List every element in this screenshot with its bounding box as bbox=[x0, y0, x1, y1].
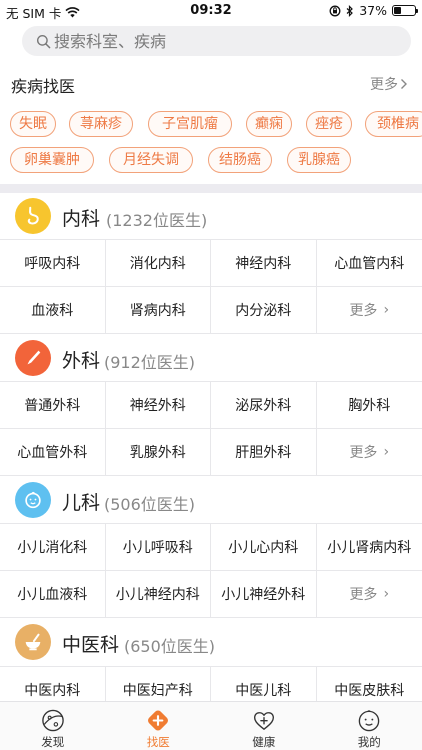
battery-icon bbox=[392, 5, 418, 16]
dept-cell[interactable]: 胸外科 bbox=[317, 382, 422, 428]
dept-name: 儿科 bbox=[62, 492, 101, 514]
dept-more-label: 更多 bbox=[349, 587, 378, 603]
disease-section-title: 疾病找医 bbox=[11, 77, 76, 96]
dept-more-label: 更多 bbox=[349, 445, 378, 461]
dept-name: 内科 bbox=[62, 208, 101, 230]
dept-cell[interactable]: 神经外科 bbox=[106, 382, 211, 428]
smiley-icon bbox=[358, 710, 380, 732]
disease-tag-row-2: 卵巢囊肿 月经失调 结肠癌 乳腺癌 bbox=[0, 147, 422, 173]
dept-cell[interactable]: 小儿血液科 bbox=[0, 571, 106, 617]
tab-me[interactable]: 我的 bbox=[317, 702, 422, 750]
dept-doctor-count: (1232位医生) bbox=[106, 211, 208, 230]
disease-more-link[interactable]: 更多 bbox=[370, 74, 408, 94]
chevron-right-icon: › bbox=[383, 444, 390, 460]
dept-header-surgery[interactable]: 外科 (912位医生) bbox=[0, 335, 422, 381]
disease-tag-row-1: 失眠 荨麻疹 子宫肌瘤 癫痫 痤疮 颈椎病 bbox=[0, 111, 422, 137]
scalpel-icon bbox=[15, 340, 51, 376]
dept-cell[interactable]: 肾病内科 bbox=[106, 287, 211, 333]
plus-cross-icon bbox=[148, 710, 169, 731]
dept-cell[interactable]: 神经内科 bbox=[211, 240, 317, 286]
heart-plus-icon bbox=[253, 712, 274, 730]
tab-label: 发现 bbox=[41, 735, 65, 749]
baby-icon bbox=[15, 482, 51, 518]
disease-tag[interactable]: 月经失调 bbox=[109, 147, 193, 173]
tab-find-doctor[interactable]: 找医 bbox=[106, 702, 212, 750]
dept-cell[interactable]: 小儿呼吸科 bbox=[106, 524, 211, 570]
disease-tag[interactable]: 失眠 bbox=[10, 111, 56, 137]
dept-cell[interactable]: 肝胆外科 bbox=[211, 429, 317, 475]
dept-header-internal[interactable]: 内科 (1232位医生) bbox=[0, 193, 422, 239]
disease-tag[interactable]: 荨麻疹 bbox=[69, 111, 133, 137]
dept-doctor-count: (506位医生) bbox=[104, 495, 196, 514]
dept-cell[interactable]: 小儿肾病内科 bbox=[317, 524, 422, 570]
dept-grid-row: 普通外科 神经外科 泌尿外科 胸外科 bbox=[0, 382, 422, 429]
disease-tag[interactable]: 颈椎病 bbox=[365, 111, 422, 137]
battery-level bbox=[394, 7, 402, 14]
dept-header-tcm[interactable]: 中医科 (650位医生) bbox=[0, 619, 422, 665]
dept-grid-row: 呼吸内科 消化内科 神经内科 心血管内科 bbox=[0, 240, 422, 287]
stomach-icon bbox=[15, 198, 51, 234]
dept-cell[interactable]: 血液科 bbox=[0, 287, 106, 333]
dept-grid-internal: 呼吸内科 消化内科 神经内科 心血管内科 血液科 肾病内科 内分泌科 更多 › bbox=[0, 239, 422, 334]
dept-doctor-count: (650位医生) bbox=[124, 637, 216, 656]
tab-bar: 发现 找医 健康 我的 bbox=[0, 701, 422, 750]
chevron-right-icon: › bbox=[383, 586, 390, 602]
dept-cell[interactable]: 小儿心内科 bbox=[211, 524, 317, 570]
disease-tag[interactable]: 乳腺癌 bbox=[287, 147, 351, 173]
disease-more-label: 更多 bbox=[370, 77, 398, 93]
chevron-right-icon bbox=[401, 79, 407, 89]
dept-cell[interactable]: 心血管内科 bbox=[317, 240, 422, 286]
planet-icon bbox=[41, 709, 64, 732]
status-bar: 无 SIM 卡 09:32 37% bbox=[0, 0, 422, 22]
dept-grid-row: 小儿血液科 小儿神经内科 小儿神经外科 更多 › bbox=[0, 571, 422, 618]
section-divider bbox=[0, 184, 422, 193]
tab-discover[interactable]: 发现 bbox=[0, 702, 106, 750]
dept-grid-row: 血液科 肾病内科 内分泌科 更多 › bbox=[0, 287, 422, 334]
search-input[interactable] bbox=[54, 31, 384, 51]
search-icon bbox=[36, 34, 51, 48]
disease-tag[interactable]: 卵巢囊肿 bbox=[10, 147, 94, 173]
status-right: 37% bbox=[329, 3, 418, 18]
dept-cell[interactable]: 普通外科 bbox=[0, 382, 106, 428]
dept-more-button[interactable]: 更多 › bbox=[317, 429, 422, 475]
dept-name: 中医科 bbox=[62, 634, 120, 656]
disease-tag[interactable]: 癫痫 bbox=[246, 111, 292, 137]
disease-section-header: 疾病找医 更多 bbox=[0, 66, 422, 102]
dept-cell[interactable]: 心血管外科 bbox=[0, 429, 106, 475]
dept-cell[interactable]: 泌尿外科 bbox=[211, 382, 317, 428]
tab-label: 找医 bbox=[146, 735, 170, 749]
disease-tag[interactable]: 子宫肌瘤 bbox=[148, 111, 232, 137]
dept-more-label: 更多 bbox=[349, 303, 378, 319]
dept-grid-row: 心血管外科 乳腺外科 肝胆外科 更多 › bbox=[0, 429, 422, 476]
battery-percent: 37% bbox=[359, 3, 387, 18]
dept-cell[interactable]: 小儿神经内科 bbox=[106, 571, 211, 617]
dept-cell[interactable]: 内分泌科 bbox=[211, 287, 317, 333]
dept-cell[interactable]: 乳腺外科 bbox=[106, 429, 211, 475]
dept-cell[interactable]: 消化内科 bbox=[106, 240, 211, 286]
dept-cell[interactable]: 小儿消化科 bbox=[0, 524, 106, 570]
search-bar[interactable] bbox=[22, 26, 411, 56]
bluetooth-icon bbox=[346, 4, 354, 17]
dept-cell[interactable]: 呼吸内科 bbox=[0, 240, 106, 286]
mortar-icon bbox=[15, 624, 51, 660]
dept-doctor-count: (912位医生) bbox=[104, 353, 196, 372]
tab-label: 健康 bbox=[252, 735, 276, 749]
orientation-lock-icon bbox=[329, 5, 341, 16]
chevron-right-icon: › bbox=[383, 302, 390, 318]
dept-grid-surgery: 普通外科 神经外科 泌尿外科 胸外科 心血管外科 乳腺外科 肝胆外科 更多 › bbox=[0, 381, 422, 476]
dept-grid-pediatrics: 小儿消化科 小儿呼吸科 小儿心内科 小儿肾病内科 小儿血液科 小儿神经内科 小儿… bbox=[0, 523, 422, 618]
dept-cell[interactable]: 小儿神经外科 bbox=[211, 571, 317, 617]
tab-health[interactable]: 健康 bbox=[211, 702, 317, 750]
dept-more-button[interactable]: 更多 › bbox=[317, 287, 422, 333]
dept-header-pediatrics[interactable]: 儿科 (506位医生) bbox=[0, 477, 422, 523]
dept-more-button[interactable]: 更多 › bbox=[317, 571, 422, 617]
dept-name: 外科 bbox=[62, 350, 101, 372]
tab-label: 我的 bbox=[357, 735, 381, 749]
disease-tag[interactable]: 结肠癌 bbox=[208, 147, 272, 173]
dept-grid-row: 小儿消化科 小儿呼吸科 小儿心内科 小儿肾病内科 bbox=[0, 524, 422, 571]
disease-tag[interactable]: 痤疮 bbox=[306, 111, 352, 137]
